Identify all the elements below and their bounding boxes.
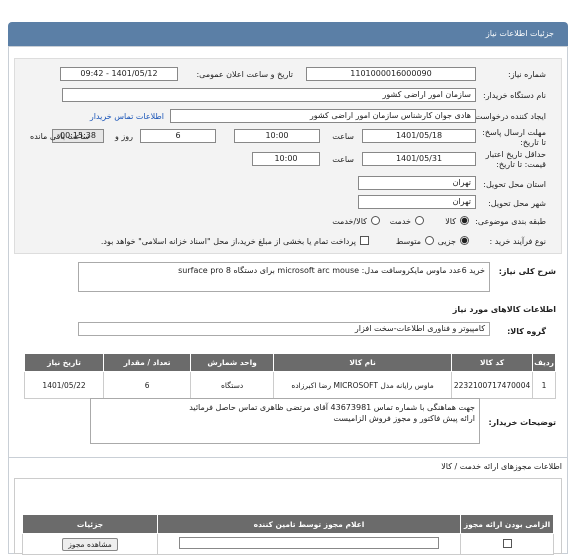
- creator-label: ایجاد کننده درخواست:: [472, 112, 546, 121]
- view-license-button[interactable]: مشاهده مجوز: [62, 537, 118, 551]
- deadline-time-field: 10:00: [234, 129, 320, 143]
- cell-qty: 6: [103, 371, 192, 399]
- announce-field: 1401/05/12 - 09:42: [60, 67, 178, 81]
- services-table: الزامی بودن ارائه مجوز اعلام مجوز توسط ت…: [22, 514, 554, 555]
- buyer-notes-label: توضیحات خریدار:: [488, 418, 556, 427]
- col-unit: واحد شمارش: [190, 353, 275, 372]
- col-row: ردیف: [532, 353, 556, 372]
- goods-group-field: کامپیوتر و فناوری اطلاعات-سخت افزار: [78, 322, 490, 336]
- process-partial-radio[interactable]: [460, 236, 469, 245]
- process-medium-radio[interactable]: [425, 236, 434, 245]
- validity-time-label: ساعت: [332, 155, 354, 164]
- validity-label: حداقل تاریخ اعتبار قیمت: تا تاریخ:: [485, 150, 546, 169]
- process-label: نوع فرآیند خرید :: [489, 237, 546, 246]
- deadline-date-field: 1401/05/18: [362, 129, 476, 143]
- deadline-label: مهلت ارسال پاسخ: تا تاریخ:: [482, 128, 546, 147]
- table-row: 1 2232100717470004 ماوس رایانه مدل MICRO…: [23, 371, 556, 399]
- category-goods-radio[interactable]: [460, 216, 469, 225]
- page-header: جزئیات اطلاعات نیاز: [8, 22, 568, 46]
- buyer-field: سازمان امور اراضی کشور: [62, 88, 476, 102]
- contact-info-link[interactable]: اطلاعات تماس خریدار: [90, 112, 164, 121]
- buyer-notes-line2: ارائه پیش فاکتور و مجوز فروش الزامیست: [333, 414, 475, 423]
- buyer-notes-line1: جهت هماهنگی با شماره تماس 43673981 آقای …: [189, 403, 475, 412]
- col-required: الزامی بودن ارائه مجوز: [460, 514, 554, 534]
- creator-field: هادی جوان کارشناس سازمان امور اراضی کشور: [170, 109, 476, 123]
- process-medium-label: متوسط: [395, 237, 421, 246]
- goods-section-title: اطلاعات کالاهای مورد نیاز: [452, 305, 556, 314]
- goods-group-label: گروه کالا:: [507, 327, 546, 336]
- cell-name: ماوس رایانه مدل MICROSOFT رضا اکبرزاده: [273, 371, 453, 399]
- cell-unit: دستگاه: [190, 371, 275, 399]
- col-name: نام کالا: [273, 353, 453, 372]
- remaining-label: ساعت باقی مانده: [30, 132, 90, 141]
- days-label: روز و: [115, 132, 133, 141]
- category-service-label: خدمت: [389, 217, 411, 226]
- supplier-license-field[interactable]: [179, 537, 439, 549]
- cell-date: 1401/05/22: [23, 371, 105, 399]
- category-service-radio[interactable]: [415, 216, 424, 225]
- page-title: جزئیات اطلاعات نیاز: [485, 29, 554, 38]
- category-label: طبقه بندی موضوعی:: [475, 217, 546, 226]
- col-details: جزئیات: [22, 514, 158, 534]
- description-label: شرح کلی نیاز:: [498, 267, 556, 276]
- city-label: شهر محل تحویل:: [488, 199, 546, 208]
- province-field: تهران: [358, 176, 476, 190]
- col-code: کد کالا: [451, 353, 534, 372]
- deadline-time-label: ساعت: [332, 132, 354, 141]
- city-field: تهران: [358, 195, 476, 209]
- process-partial-label: جزیی: [437, 237, 456, 246]
- province-label: استان محل تحویل:: [483, 180, 546, 189]
- cell-code: 2232100717470004: [451, 371, 534, 399]
- table-row: مشاهده مجوز: [22, 533, 554, 555]
- category-both-label: کالا/خدمت: [332, 217, 367, 226]
- need-number-field: 1101000016000090: [306, 67, 476, 81]
- divider: [8, 457, 568, 458]
- need-number-label: شماره نیاز:: [508, 70, 546, 79]
- announce-label: تاریخ و ساعت اعلان عمومی:: [196, 70, 293, 79]
- category-both-radio[interactable]: [371, 216, 380, 225]
- description-field: خرید 6عدد ماوس مایکروسافت مدل: microsoft…: [78, 262, 490, 292]
- col-qty: تعداد / مقدار: [103, 353, 192, 372]
- col-supplier-license: اعلام مجوز توسط تامین کننده: [157, 514, 461, 534]
- treasury-payment-note: پرداخت تمام یا بخشی از مبلغ خرید،از محل …: [100, 237, 356, 246]
- buyer-label: نام دستگاه خریدار:: [483, 91, 546, 100]
- goods-table: ردیف کد کالا نام کالا واحد شمارش تعداد /…: [23, 353, 556, 399]
- days-field: 6: [140, 129, 216, 143]
- category-goods-label: کالا: [445, 217, 456, 226]
- buyer-notes-field: جهت هماهنگی با شماره تماس 43673981 آقای …: [90, 398, 480, 444]
- required-checkbox: [502, 538, 512, 548]
- validity-date-field: 1401/05/31: [362, 152, 476, 166]
- services-title: اطلاعات مجوزهای ارائه خدمت / کالا: [441, 462, 562, 471]
- col-date: تاریخ نیاز: [23, 353, 105, 372]
- validity-time-field: 10:00: [252, 152, 320, 166]
- cell-row: 1: [532, 371, 556, 399]
- treasury-payment-checkbox[interactable]: [360, 236, 369, 245]
